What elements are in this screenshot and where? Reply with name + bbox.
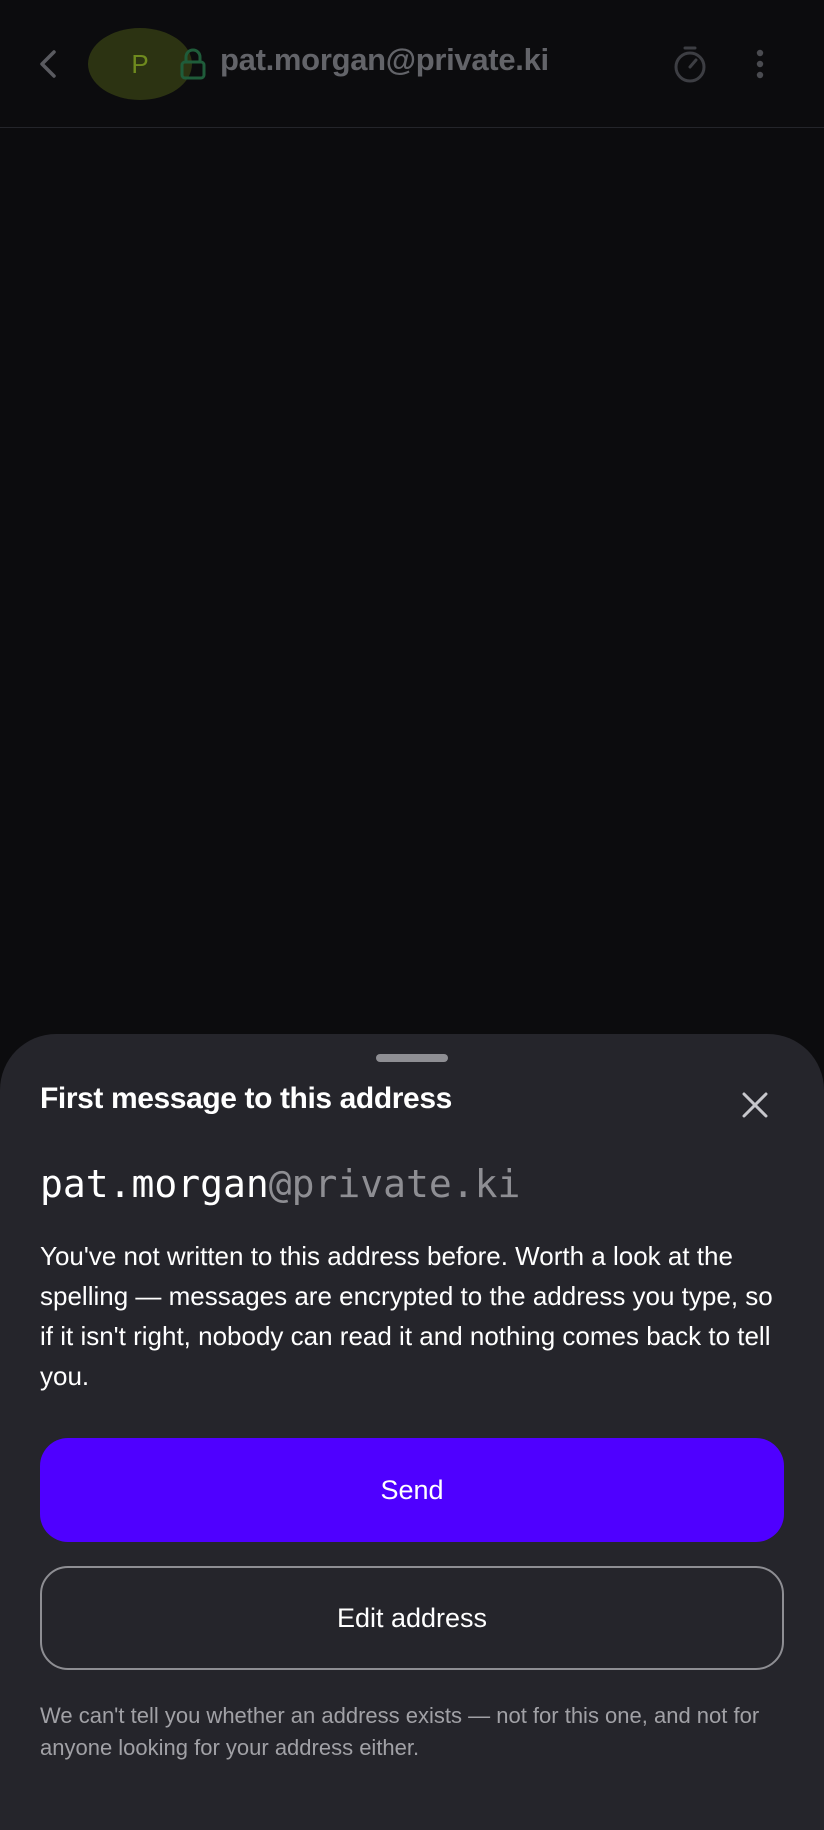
back-button[interactable] bbox=[24, 40, 72, 88]
edit-address-button[interactable]: Edit address bbox=[40, 1566, 784, 1670]
close-button[interactable] bbox=[732, 1082, 778, 1128]
address-domain-part: @private.ki bbox=[268, 1162, 521, 1206]
header-address[interactable]: pat.morgan@private.ki bbox=[220, 42, 549, 78]
send-button[interactable]: Send bbox=[40, 1438, 784, 1542]
first-message-sheet: First message to this address pat.morgan… bbox=[0, 1034, 824, 1830]
timer-icon bbox=[674, 46, 706, 83]
screen: P pat.morgan@private.ki First message to bbox=[0, 0, 824, 1830]
more-options-button[interactable] bbox=[740, 42, 780, 86]
disappearing-timer-button[interactable] bbox=[668, 42, 712, 86]
avatar-initial: P bbox=[131, 48, 149, 79]
privacy-footnote: We can't tell you whether an address exi… bbox=[40, 1703, 760, 1760]
more-vertical-icon bbox=[756, 49, 764, 79]
address-local-part: pat.morgan bbox=[40, 1162, 269, 1206]
drag-handle[interactable] bbox=[376, 1054, 448, 1062]
conversation-header: P pat.morgan@private.ki bbox=[0, 0, 824, 128]
recipient-address: pat.morgan@private.ki bbox=[40, 1162, 520, 1206]
lock-icon bbox=[180, 48, 206, 80]
warning-text: You've not written to this address befor… bbox=[40, 1241, 773, 1391]
close-icon bbox=[742, 1092, 768, 1118]
sheet-title: First message to this address bbox=[40, 1082, 452, 1115]
avatar[interactable]: P bbox=[88, 28, 192, 100]
chevron-left-icon bbox=[40, 50, 56, 78]
